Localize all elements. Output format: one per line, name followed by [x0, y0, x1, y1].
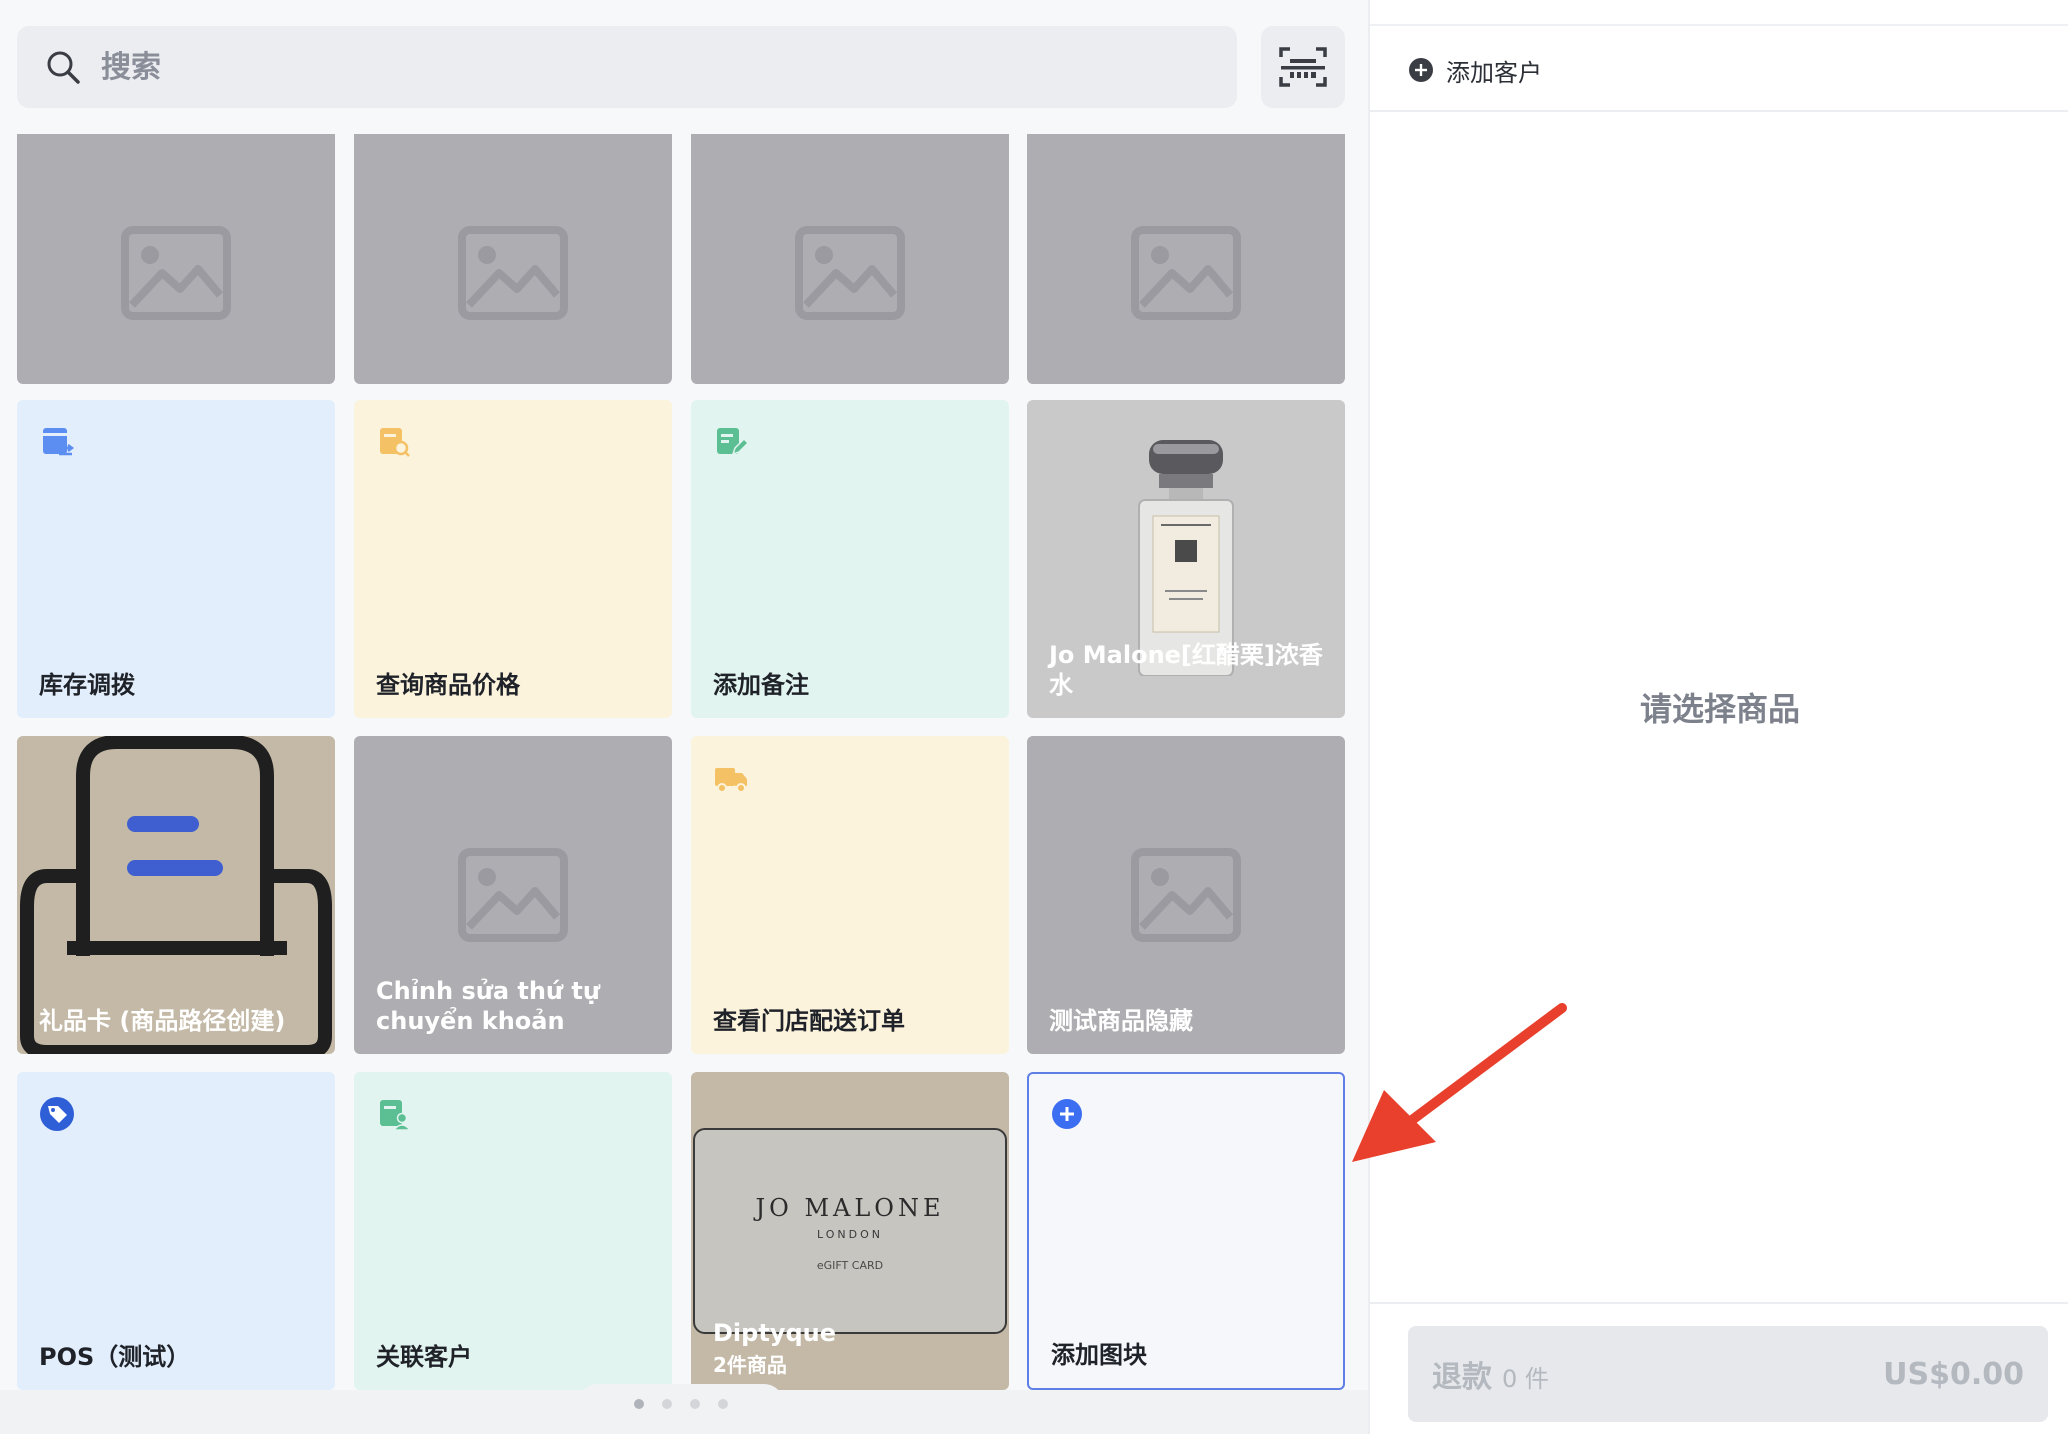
product-panel: 库存调拨 查询商品价格 添加备注 [0, 0, 1368, 1434]
tile-label: POS（测试） [39, 1343, 191, 1371]
customer-link-icon [380, 1100, 412, 1131]
tile-sublabel: 2件商品 [713, 1353, 787, 1377]
image-placeholder-icon [1131, 848, 1241, 942]
product-tile-diptyque[interactable]: JO MALONE LONDON eGIFT CARD Diptyque 2件商… [691, 1072, 1009, 1390]
image-placeholder-icon [458, 225, 568, 320]
product-tile[interactable]: 测试商品隐藏 [1027, 736, 1345, 1054]
tile-label: 礼品卡 (商品路径创建) [39, 1007, 286, 1035]
add-customer-button[interactable]: 添加客户 [1408, 50, 1542, 90]
card-brand: JO MALONE [755, 1194, 945, 1222]
barcode-scan-button[interactable] [1261, 26, 1345, 108]
card-type: eGIFT CARD [816, 1259, 884, 1272]
refund-item-count: 0 件 [1502, 1365, 1549, 1393]
image-placeholder-icon [1131, 225, 1241, 320]
tile-pos-test[interactable]: POS（测试） [17, 1072, 335, 1390]
product-tile[interactable] [691, 134, 1009, 384]
tile-add-note[interactable]: 添加备注 [691, 400, 1009, 718]
tile-grid: 库存调拨 查询商品价格 添加备注 Jo Malone[红醋栗]浓香水 礼品卡 (… [17, 134, 1345, 1390]
delivery-truck-icon [715, 768, 747, 793]
tile-label: 添加备注 [713, 671, 809, 699]
plus-circle-icon [1052, 1099, 1082, 1129]
tile-price-check[interactable]: 查询商品价格 [354, 400, 672, 718]
tile-label: 查询商品价格 [376, 671, 520, 699]
add-tile-button[interactable]: 添加图块 [1027, 1072, 1345, 1390]
footer-divider [1370, 1302, 2068, 1304]
cart-panel: 添加客户 请选择商品 退款 0 件 US$0.00 [1368, 0, 2068, 1434]
tile-inventory-transfer[interactable]: 库存调拨 [17, 400, 335, 718]
annotation-arrow-icon [1352, 1003, 1567, 1162]
image-placeholder-icon [458, 848, 568, 942]
tile-link-customer[interactable]: 关联客户 [354, 1072, 672, 1390]
plus-circle-icon [1409, 58, 1433, 82]
price-tag-icon [40, 1097, 74, 1131]
search-input[interactable] [101, 49, 1101, 85]
card-city: LONDON [817, 1228, 883, 1241]
product-tile-jo-malone[interactable]: Jo Malone[红醋栗]浓香水 [1027, 400, 1345, 718]
price-search-icon [380, 428, 410, 457]
tile-label: 添加图块 [1051, 1341, 1147, 1369]
header-divider [1370, 110, 2068, 112]
product-tile-gift-card[interactable]: 礼品卡 (商品路径创建) [17, 736, 335, 1054]
egift-card-image: JO MALONE LONDON eGIFT CARD [693, 1128, 1007, 1334]
tile-label: 测试商品隐藏 [1049, 1007, 1193, 1035]
tile-label: 库存调拨 [39, 671, 135, 699]
tile-label: Diptyque [713, 1319, 836, 1347]
page-dot-4[interactable] [718, 1399, 728, 1409]
page-indicator[interactable] [578, 1384, 784, 1424]
refund-label: 退款 [1432, 1360, 1492, 1395]
add-customer-label: 添加客户 [1446, 58, 1542, 87]
refund-button[interactable]: 退款 0 件 US$0.00 [1408, 1326, 2048, 1422]
product-tile[interactable] [354, 134, 672, 384]
tile-label: 查看门店配送订单 [713, 1007, 905, 1035]
page-dot-3[interactable] [690, 1399, 700, 1409]
search-bar[interactable] [17, 26, 1237, 108]
note-edit-icon [717, 428, 749, 456]
image-placeholder-icon [121, 225, 231, 320]
empty-cart-message: 请选择商品 [1639, 690, 1800, 728]
page-dot-2[interactable] [662, 1399, 672, 1409]
image-placeholder-icon [795, 225, 905, 320]
refund-amount: US$0.00 [1883, 1356, 2024, 1392]
top-divider [1370, 24, 2068, 26]
tile-label: Chỉnh sửa thứ tự chuyển khoản [376, 977, 600, 1035]
tile-label: Jo Malone[红醋栗]浓香水 [1049, 641, 1323, 699]
tile-label: 关联客户 [376, 1343, 472, 1371]
search-icon [47, 51, 80, 84]
product-tile[interactable]: Chỉnh sửa thứ tự chuyển khoản [354, 736, 672, 1054]
page-dot-1[interactable] [634, 1399, 644, 1409]
inventory-transfer-icon [43, 428, 75, 456]
product-tile[interactable] [1027, 134, 1345, 384]
barcode-scan-icon [1279, 47, 1327, 87]
product-tile[interactable] [17, 134, 335, 384]
tile-store-delivery-orders[interactable]: 查看门店配送订单 [691, 736, 1009, 1054]
